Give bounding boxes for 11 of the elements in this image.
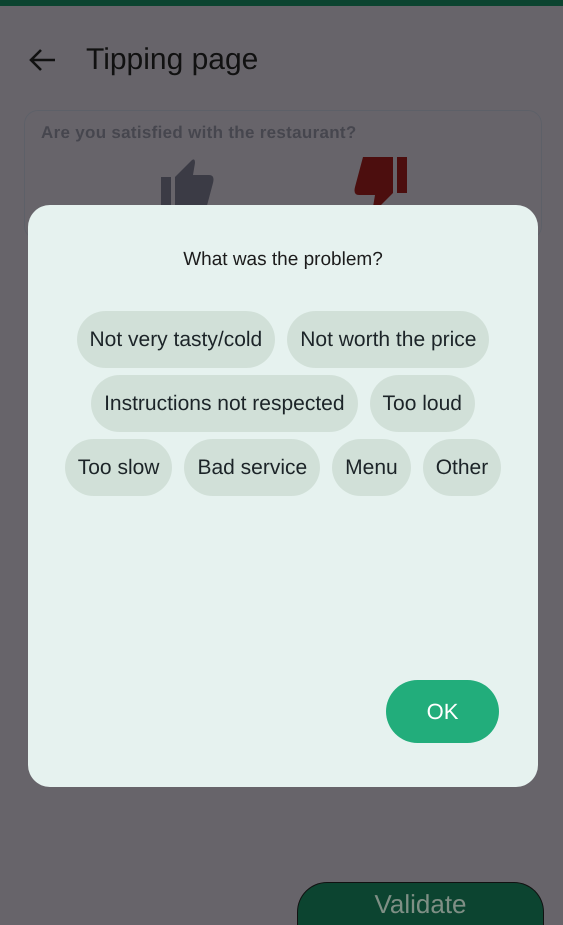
reason-chip[interactable]: Bad service	[184, 439, 320, 496]
reason-chip[interactable]: Instructions not respected	[91, 375, 358, 432]
reason-chip[interactable]: Too loud	[370, 375, 475, 432]
reason-chip[interactable]: Menu	[332, 439, 411, 496]
reason-chip[interactable]: Not worth the price	[287, 311, 490, 368]
page-title: Tipping page	[86, 43, 258, 77]
back-arrow-icon[interactable]	[28, 48, 56, 72]
reason-chip[interactable]: Too slow	[64, 439, 172, 496]
reason-chip[interactable]: Other	[422, 439, 502, 496]
dialog-title: What was the problem?	[183, 249, 383, 271]
reason-chip[interactable]: Not very tasty/cold	[76, 311, 276, 368]
